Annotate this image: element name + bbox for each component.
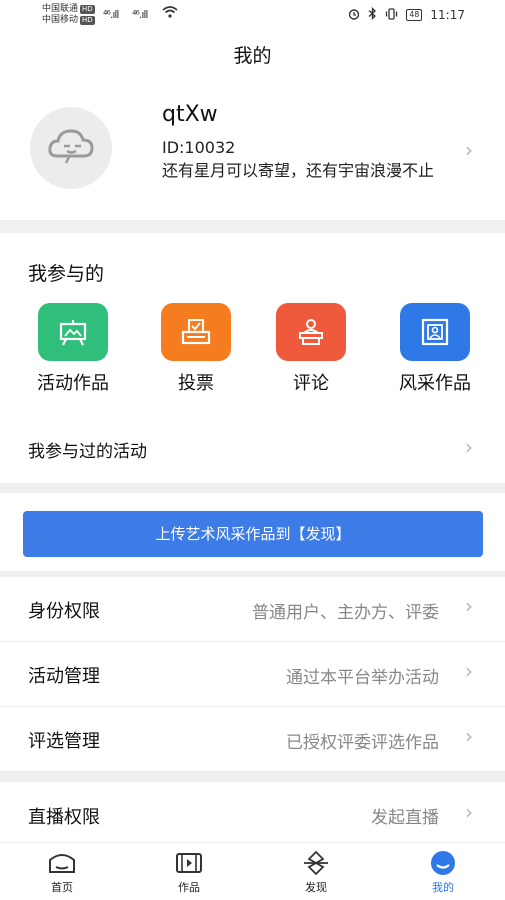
- list-item-value: 发起直播: [371, 808, 439, 828]
- chevron-right-icon: ›: [465, 724, 473, 748]
- grid-label: 评论: [293, 373, 329, 394]
- tab-label: 发现: [305, 881, 327, 894]
- clock-time: 11:17: [430, 8, 465, 22]
- user-id: ID:10032: [162, 138, 236, 157]
- battery-icon: 48: [406, 9, 423, 21]
- list-item-activity-management[interactable]: 活动管理 通过本平台举办活动 ›: [0, 642, 505, 707]
- list-item-value: 普通用户、主办方、评委: [252, 603, 439, 623]
- home-icon: [22, 849, 102, 877]
- film-icon: [149, 849, 229, 877]
- list-item-label: 评选管理: [28, 731, 100, 752]
- grid-item-activity-works[interactable]: 活动作品: [18, 303, 128, 395]
- chevron-right-icon: ›: [465, 659, 473, 683]
- profile-icon: [403, 849, 483, 877]
- tab-bar: 首页 作品 发现 我的: [0, 842, 505, 900]
- signal-icon: ⁴⁶.ıll: [103, 8, 120, 21]
- ballot-box-icon: [161, 303, 231, 361]
- list-item-label: 直播权限: [28, 807, 100, 828]
- grid-item-style-works[interactable]: 风采作品: [380, 303, 490, 395]
- grid-label: 风采作品: [399, 373, 471, 394]
- username: qtXw: [162, 102, 218, 127]
- list-item-label: 活动管理: [28, 666, 100, 687]
- hd-badge: HD: [80, 5, 95, 14]
- tab-label: 首页: [51, 881, 73, 894]
- section-title: 我参与的: [28, 263, 105, 285]
- chevron-right-icon: ›: [465, 435, 473, 459]
- participation-section: 我参与的 活动作品 投票 评论 风采作品 我参与过的活动 ›: [0, 233, 505, 483]
- alarm-icon: [348, 8, 360, 23]
- cloud-face-icon: [47, 126, 95, 170]
- avatar[interactable]: [30, 107, 112, 189]
- wifi-icon: [162, 6, 178, 21]
- list-item-value: 已授权评委评选作品: [286, 733, 439, 753]
- hd-badge: HD: [80, 16, 95, 25]
- grid-item-comment[interactable]: 评论: [256, 303, 366, 395]
- page-title: 我的: [0, 30, 505, 82]
- chevron-right-icon: ›: [465, 800, 473, 824]
- upload-works-button[interactable]: 上传艺术风采作品到【发现】: [23, 511, 483, 557]
- list-item-identity[interactable]: 身份权限 普通用户、主办方、评委 ›: [0, 577, 505, 642]
- chevron-right-icon: ›: [465, 138, 473, 162]
- profile-card[interactable]: qtXw ID:10032 还有星月可以寄望，还有宇宙浪漫不止 ›: [0, 82, 505, 220]
- vibrate-icon: [385, 7, 398, 23]
- bluetooth-icon: [368, 6, 377, 23]
- tab-home[interactable]: 首页: [22, 849, 102, 895]
- user-motto: 还有星月可以寄望，还有宇宙浪漫不止: [162, 161, 435, 180]
- tab-profile[interactable]: 我的: [403, 849, 483, 895]
- list-item-live[interactable]: 直播权限 发起直播 ›: [0, 782, 505, 842]
- carrier-info: 中国联通 HD 中国移动 HD: [42, 4, 95, 26]
- list-item-selection-management[interactable]: 评选管理 已授权评委评选作品 ›: [0, 707, 505, 772]
- tab-discover[interactable]: 发现: [276, 849, 356, 895]
- list-item-value: 通过本平台举办活动: [286, 668, 439, 688]
- framed-picture-icon: [400, 303, 470, 361]
- signal-icon: ⁴⁶.ıll: [132, 8, 149, 21]
- grid-label: 活动作品: [37, 373, 109, 394]
- chevron-right-icon: ›: [465, 594, 473, 618]
- tab-label: 我的: [432, 881, 454, 894]
- status-bar: 中国联通 HD 中国移动 HD ⁴⁶.ıll ⁴⁶.ıll 48 11:17: [0, 0, 505, 30]
- grid-item-vote[interactable]: 投票: [141, 303, 251, 395]
- easel-icon: [38, 303, 108, 361]
- discover-icon: [276, 849, 356, 877]
- upload-section: 上传艺术风采作品到【发现】: [0, 493, 505, 571]
- carrier-2: 中国移动: [42, 15, 79, 25]
- list-item-label: 身份权限: [28, 601, 100, 622]
- carrier-1: 中国联通: [42, 4, 79, 14]
- joined-activities-link[interactable]: 我参与过的活动: [28, 437, 147, 462]
- podium-speaker-icon: [276, 303, 346, 361]
- grid-label: 投票: [178, 373, 214, 394]
- tab-works[interactable]: 作品: [149, 849, 229, 895]
- settings-list: 身份权限 普通用户、主办方、评委 › 活动管理 通过本平台举办活动 › 评选管理…: [0, 577, 505, 772]
- tab-label: 作品: [178, 881, 200, 894]
